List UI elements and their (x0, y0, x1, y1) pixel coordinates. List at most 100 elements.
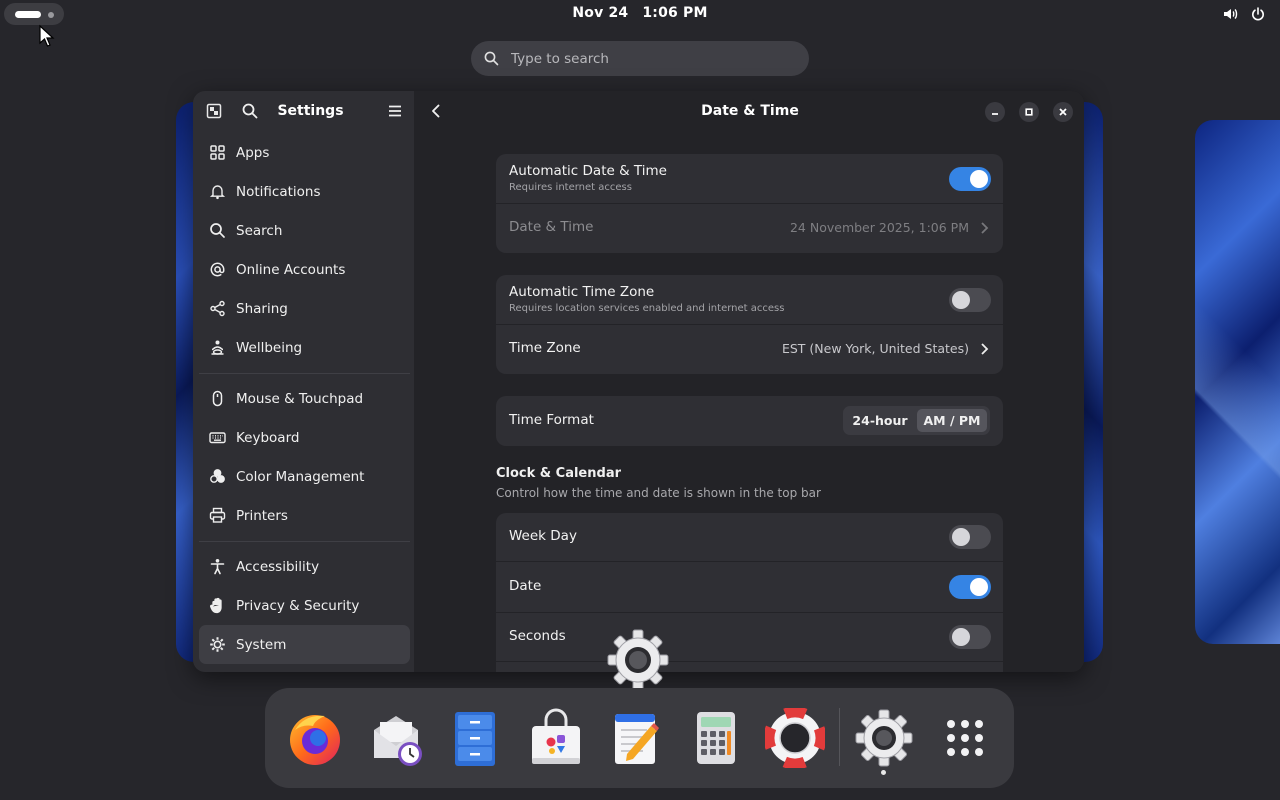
chevron-right-icon (981, 343, 989, 355)
back-button[interactable] (428, 103, 444, 119)
clock-date: Nov 24 (572, 5, 629, 21)
datetime-row: Date & Time 24 November 2025, 1:06 PM (496, 204, 1003, 253)
week-day-switch[interactable] (949, 525, 991, 549)
system-menu[interactable] (1222, 6, 1266, 22)
time-format-toggle: 24-hour AM / PM (843, 406, 990, 435)
color-icon (210, 469, 225, 483)
workspace-indicator (48, 12, 54, 18)
seconds-row[interactable]: Seconds (496, 613, 1003, 662)
sidebar-item-online-accounts[interactable]: Online Accounts (199, 250, 410, 289)
sidebar-item-system[interactable]: System (199, 625, 410, 664)
next-row (496, 662, 1003, 672)
close-button[interactable] (1053, 102, 1073, 122)
sidebar-list: Apps Notifications Search Online Account… (199, 133, 410, 664)
automatic-datetime-row[interactable]: Automatic Date & Time Requires internet … (496, 154, 1003, 204)
sidebar-item-printers[interactable]: Printers (199, 496, 410, 535)
dock-calculator[interactable] (681, 704, 749, 772)
row-subtitle: Requires internet access (509, 182, 632, 193)
sidebar-item-sharing[interactable]: Sharing (199, 289, 410, 328)
dock-separator (839, 708, 840, 766)
week-day-row[interactable]: Week Day (496, 513, 1003, 562)
automatic-timezone-row[interactable]: Automatic Time Zone Requires location se… (496, 275, 1003, 325)
overview-search[interactable] (471, 41, 809, 76)
sidebar-item-label: Privacy & Security (236, 597, 360, 614)
share-icon (210, 300, 225, 317)
sidebar-item-wellbeing[interactable]: Wellbeing (199, 328, 410, 367)
date-switch[interactable] (949, 575, 991, 599)
sidebar-item-mouse-touchpad[interactable]: Mouse & Touchpad (199, 379, 410, 418)
activities-button[interactable] (4, 3, 64, 25)
keyboard-icon (209, 432, 226, 444)
wellbeing-icon (211, 340, 224, 355)
row-title: Date (509, 578, 542, 594)
sidebar-item-accessibility[interactable]: Accessibility (199, 547, 410, 586)
dock-help[interactable] (761, 704, 829, 772)
firefox-icon (290, 715, 340, 765)
sidebar-item-search[interactable]: Search (199, 211, 410, 250)
dock (265, 688, 1014, 788)
settings-sidebar: Settings Apps Notifications Search Onlin… (193, 91, 414, 672)
timezone-value: EST (New York, United States) (781, 341, 969, 356)
timezone-row[interactable]: Time Zone EST (New York, United States) (496, 325, 1003, 374)
software-bag-icon (532, 708, 580, 764)
sidebar-item-label: Search (236, 222, 283, 239)
sidebar-item-apps[interactable]: Apps (199, 133, 410, 172)
row-title: Date & Time (509, 219, 594, 235)
automatic-datetime-switch[interactable] (949, 167, 991, 191)
automatic-timezone-switch[interactable] (949, 288, 991, 312)
dock-software[interactable] (522, 704, 590, 772)
hamburger-menu-icon[interactable] (387, 103, 403, 119)
chevron-right-icon (981, 222, 989, 234)
settings-window[interactable]: Settings Apps Notifications Search Onlin… (193, 91, 1084, 672)
sidebar-item-label: Accessibility (236, 558, 320, 575)
search-input[interactable] (511, 41, 791, 76)
lifebuoy-icon (765, 708, 825, 768)
sidebar-item-privacy-security[interactable]: Privacy & Security (199, 586, 410, 625)
time-format-24h-button[interactable]: 24-hour (846, 409, 914, 432)
minimize-button[interactable] (985, 102, 1005, 122)
gear-icon (210, 637, 225, 652)
apps-icon (210, 145, 225, 160)
dock-files[interactable] (441, 704, 509, 772)
running-indicator (881, 770, 886, 775)
sidebar-item-notifications[interactable]: Notifications (199, 172, 410, 211)
accessibility-icon (210, 559, 225, 575)
sidebar-item-label: Sharing (236, 300, 288, 317)
dragged-settings-icon[interactable] (606, 628, 670, 692)
close-icon (1059, 108, 1067, 116)
switch-knob (952, 291, 970, 309)
power-icon (1252, 7, 1264, 21)
search-icon (210, 223, 225, 238)
section-description: Control how the time and date is shown i… (496, 486, 821, 500)
hand-icon (210, 597, 222, 614)
sidebar-item-color-management[interactable]: Color Management (199, 457, 410, 496)
sidebar-separator (199, 541, 410, 542)
dock-show-apps[interactable] (931, 704, 999, 772)
next-workspace-thumbnail[interactable] (1195, 120, 1280, 644)
dock-firefox[interactable] (281, 704, 349, 772)
maximize-icon (1025, 108, 1033, 116)
mouse-cursor (39, 24, 55, 47)
mouse-icon (212, 390, 223, 407)
switch-knob (952, 628, 970, 646)
sidebar-item-label: Notifications (236, 183, 321, 200)
dock-text-editor[interactable] (601, 704, 669, 772)
maximize-button[interactable] (1019, 102, 1039, 122)
row-title: Time Format (509, 412, 594, 428)
datetime-card: Automatic Date & Time Requires internet … (496, 154, 1003, 253)
calculator-icon (697, 712, 735, 764)
time-format-ampm-button[interactable]: AM / PM (917, 409, 987, 432)
switch-knob (970, 170, 988, 188)
sidebar-item-keyboard[interactable]: Keyboard (199, 418, 410, 457)
clock[interactable]: Nov 24 1:06 PM (540, 5, 740, 21)
seconds-switch[interactable] (949, 625, 991, 649)
row-title: Week Day (509, 528, 577, 544)
date-row[interactable]: Date (496, 562, 1003, 613)
dock-evolution[interactable] (362, 704, 430, 772)
sidebar-separator (199, 373, 410, 374)
timezone-card: Automatic Time Zone Requires location se… (496, 275, 1003, 374)
sidebar-item-label: Wellbeing (236, 339, 303, 356)
dock-settings[interactable] (850, 704, 918, 772)
page-title: Date & Time (701, 103, 799, 119)
window-menu-icon[interactable] (206, 103, 222, 119)
